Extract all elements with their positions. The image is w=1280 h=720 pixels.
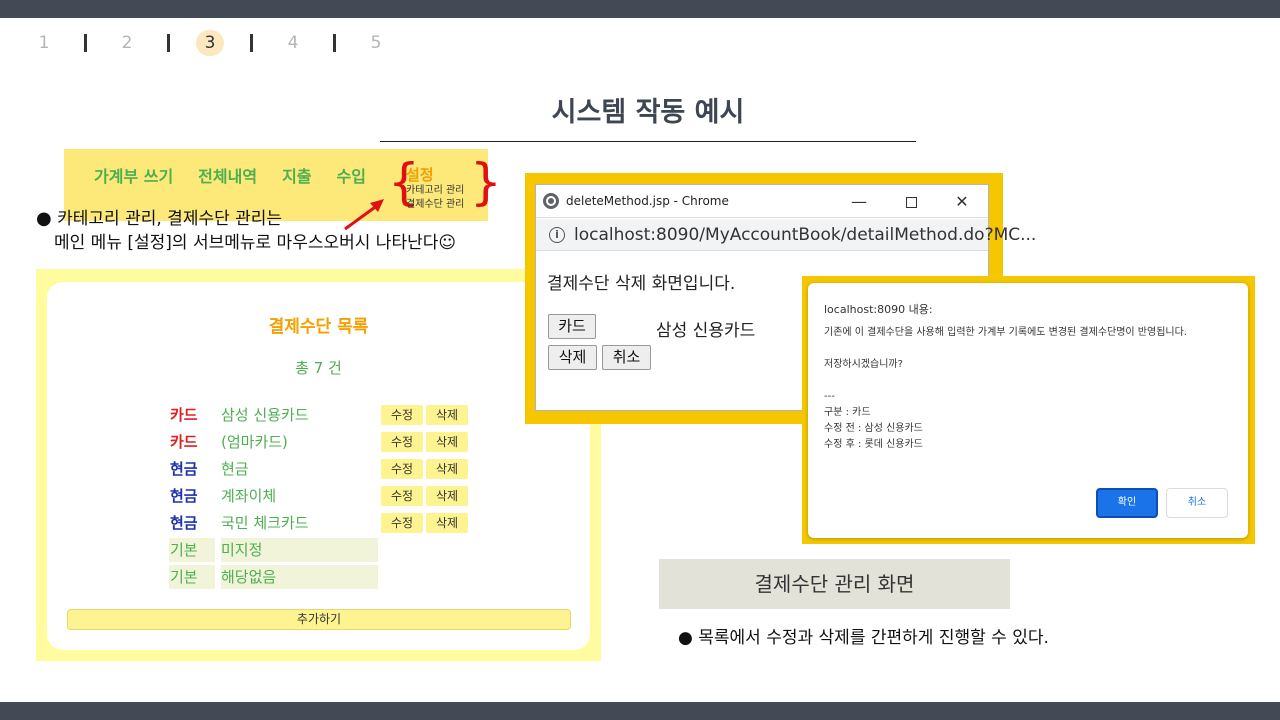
maximize-button[interactable]: [900, 191, 922, 213]
page-number-3[interactable]: 3: [196, 30, 224, 56]
dialog-line: [824, 341, 1234, 357]
menu-item-settings[interactable]: 설정: [406, 164, 434, 185]
row-category: 카드: [170, 406, 198, 424]
menu-item-expense[interactable]: 지출: [282, 163, 311, 187]
table-row: 기본 미지정: [169, 535, 569, 562]
method-list-panel: 결제수단 목록 총 7 건 카드 삼성 신용카드 수정 삭제 카드 (엄마카드) 수정 삭제 현…: [47, 282, 590, 650]
bullet-icon: ●: [36, 208, 52, 229]
row-category: 기본: [169, 538, 215, 562]
bottom-note-text: 목록에서 수정과 삭제를 간편하게 진행할 수 있다.: [698, 628, 1049, 648]
main-menu: 가계부 쓰기 전체내역 지출 수입: [94, 163, 391, 187]
row-method-name: 현금: [221, 460, 249, 478]
method-list-screenshot: 결제수단 목록 총 7 건 카드 삼성 신용카드 수정 삭제 카드 (엄마카드) 수정 삭제 현…: [36, 269, 601, 661]
row-category: 현금: [170, 514, 198, 532]
window-titlebar: deleteMethod.jsp - Chrome — ✕: [536, 185, 988, 218]
bottom-note: ● 목록에서 수정과 삭제를 간편하게 진행할 수 있다.: [678, 623, 1049, 648]
row-category: 기본: [169, 565, 215, 589]
menu-item-all[interactable]: 전체내역: [198, 163, 257, 187]
right-brace-icon: }: [470, 153, 502, 211]
table-row: 현금 계좌이체 수정 삭제: [169, 481, 569, 508]
address-url[interactable]: localhost:8090/MyAccountBook/detailMetho…: [574, 225, 1036, 245]
category-button[interactable]: 카드: [548, 314, 596, 339]
table-row: 현금 현금 수정 삭제: [169, 454, 569, 481]
cancel-button[interactable]: 취소: [602, 345, 651, 370]
method-list-table: 카드 삼성 신용카드 수정 삭제 카드 (엄마카드) 수정 삭제 현금 현금 수정 삭제 현금 계좌이체 수…: [169, 400, 569, 589]
page-number-4[interactable]: 4: [279, 30, 307, 56]
top-bar: [0, 0, 1280, 18]
dialog-ok-button[interactable]: 확인: [1096, 488, 1158, 518]
dialog-line: 구분 : 카드: [824, 407, 871, 418]
submenu-category-manage[interactable]: 카테고리 관리: [406, 184, 464, 198]
row-method-name: 국민 체크카드: [221, 514, 309, 532]
table-row: 현금 국민 체크카드 수정 삭제: [169, 508, 569, 535]
info-icon[interactable]: i: [549, 227, 565, 243]
method-list-title: 결제수단 목록: [268, 317, 369, 337]
page-separator: [250, 34, 253, 52]
dialog-line: 기존에 이 결제수단을 사용해 입력한 가계부 기록에도 변경된 결제수단명이 …: [824, 327, 1187, 338]
page-separator: [167, 34, 170, 52]
add-method-button[interactable]: 추가하기: [67, 609, 571, 630]
row-category: 카드: [170, 433, 198, 451]
submenu-note-line1: 카테고리 관리, 결제수단 관리는: [57, 209, 283, 229]
dialog-line: 수정 후 : 롯데 신용카드: [824, 439, 923, 450]
edit-button[interactable]: 수정: [381, 405, 423, 425]
dialog-line: 저장하시겠습니까?: [824, 359, 903, 370]
row-method-name: (엄마카드): [221, 433, 288, 451]
submenu-note: ● 카테고리 관리, 결제수단 관리는 메인 메뉴 [설정]의 서브메뉴로 마우…: [36, 207, 456, 255]
title-underline: [380, 141, 916, 142]
menu-item-write[interactable]: 가계부 쓰기: [94, 163, 173, 187]
dialog-cancel-button[interactable]: 취소: [1166, 488, 1228, 518]
screen-caption: 결제수단 관리 화면: [659, 559, 1010, 609]
page-number-5[interactable]: 5: [362, 30, 390, 56]
page-separator: [333, 34, 336, 52]
row-category: 현금: [170, 460, 198, 478]
edit-button[interactable]: 수정: [381, 486, 423, 506]
row-method-name: 미지정: [221, 538, 378, 562]
page-number-2[interactable]: 2: [113, 30, 141, 56]
dialog-line: ---: [824, 391, 835, 402]
maximize-icon: [905, 197, 917, 208]
method-list-count: 총 7 건: [295, 359, 342, 377]
minimize-button[interactable]: —: [848, 191, 870, 213]
delete-button[interactable]: 삭제: [426, 486, 468, 506]
chrome-globe-icon: [543, 193, 559, 209]
table-row: 카드 (엄마카드) 수정 삭제: [169, 427, 569, 454]
row-method-name: 계좌이체: [221, 487, 277, 505]
window-title: deleteMethod.jsp - Chrome: [566, 194, 729, 208]
slide-title: 시스템 작동 예시: [551, 97, 745, 128]
delete-button[interactable]: 삭제: [548, 345, 597, 370]
table-row: 카드 삼성 신용카드 수정 삭제: [169, 400, 569, 427]
delete-button[interactable]: 삭제: [426, 459, 468, 479]
dialog-header: localhost:8090 내용:: [824, 303, 933, 316]
bottom-bar: [0, 702, 1280, 720]
submenu-note-line2: 메인 메뉴 [설정]의 서브메뉴로 마우스오버시 나타난다☺: [54, 233, 457, 253]
menu-item-income[interactable]: 수입: [337, 163, 366, 187]
close-button[interactable]: ✕: [951, 191, 973, 213]
table-row: 기본 해당없음: [169, 562, 569, 589]
dialog-message: 기존에 이 결제수단을 사용해 입력한 가계부 기록에도 변경된 결제수단명이 …: [824, 325, 1234, 453]
edit-button[interactable]: 수정: [381, 432, 423, 452]
dialog-line: 수정 전 : 삼성 신용카드: [824, 423, 923, 434]
dialog-line: [824, 373, 1234, 389]
confirm-dialog: localhost:8090 내용: 기존에 이 결제수단을 사용해 입력한 가…: [808, 283, 1248, 538]
page-indicator: 1 2 3 4 5: [30, 30, 390, 56]
method-name-text: 삼성 신용카드: [656, 321, 756, 341]
delete-screen-message: 결제수단 삭제 화면입니다.: [547, 274, 736, 294]
delete-button[interactable]: 삭제: [426, 513, 468, 533]
address-bar: i localhost:8090/MyAccountBook/detailMet…: [536, 219, 1036, 251]
page-number-1[interactable]: 1: [30, 30, 58, 56]
row-category: 현금: [170, 487, 198, 505]
page-separator: [84, 34, 87, 52]
delete-button[interactable]: 삭제: [426, 432, 468, 452]
edit-button[interactable]: 수정: [381, 459, 423, 479]
row-method-name: 해당없음: [221, 565, 378, 589]
row-method-name: 삼성 신용카드: [221, 406, 309, 424]
bullet-icon: ●: [678, 628, 693, 648]
delete-button[interactable]: 삭제: [426, 405, 468, 425]
edit-button[interactable]: 수정: [381, 513, 423, 533]
